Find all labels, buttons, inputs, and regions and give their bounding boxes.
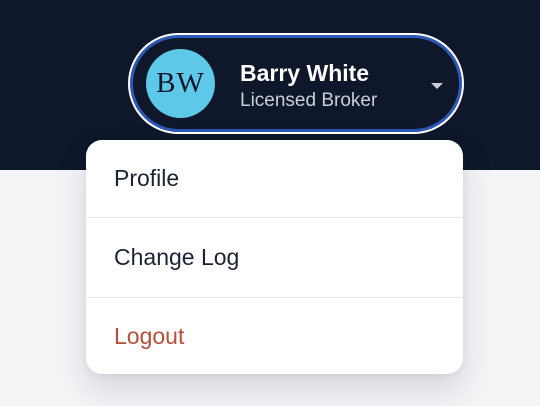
user-dropdown-menu: Profile Change Log Logout — [86, 140, 463, 374]
menu-item-change-log[interactable]: Change Log — [86, 218, 463, 297]
user-name: Barry White — [240, 60, 370, 86]
avatar-initials: BW — [156, 67, 205, 99]
menu-item-logout[interactable]: Logout — [86, 298, 463, 374]
user-menu-button[interactable]: BW Barry White Licensed Broker — [128, 33, 464, 134]
menu-item-profile[interactable]: Profile — [86, 140, 463, 217]
user-role: Licensed Broker — [240, 90, 378, 111]
chevron-down-icon — [431, 83, 443, 89]
avatar: BW — [146, 49, 215, 118]
